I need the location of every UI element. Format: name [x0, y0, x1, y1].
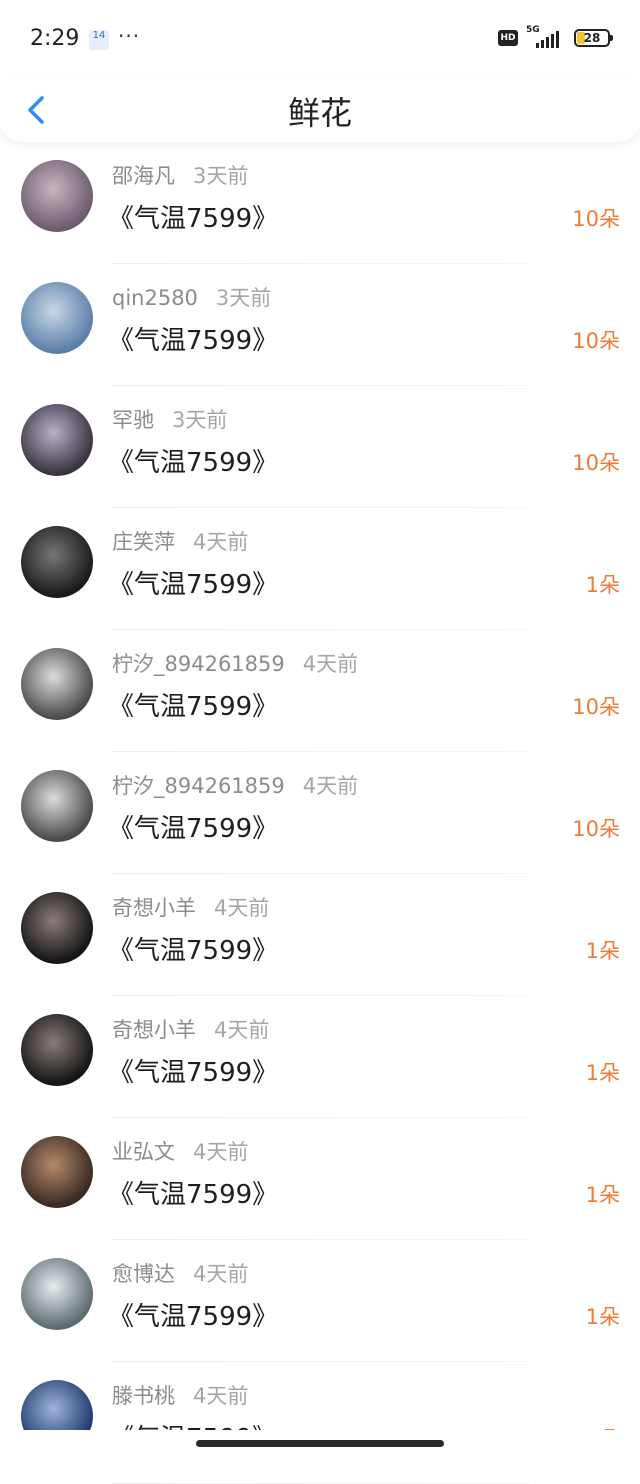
user-name-text[interactable]: 邵海凡: [112, 164, 175, 188]
flower-count: 1朵: [585, 1183, 620, 1207]
time-ago: 3天前: [172, 408, 228, 432]
time-ago: 4天前: [193, 1140, 249, 1164]
flower-count: 10朵: [572, 207, 620, 231]
avatar[interactable]: [21, 770, 93, 842]
page-title: 鲜花: [287, 94, 352, 132]
flower-count: 1朵: [585, 573, 620, 597]
work-title[interactable]: 《气温7599》: [108, 320, 278, 357]
user-name[interactable]: 邵海凡 3天前: [112, 160, 248, 190]
time-ago: 4天前: [302, 652, 359, 676]
status-right: HD 5G 28: [498, 25, 613, 48]
avatar[interactable]: [21, 1136, 93, 1208]
time-ago: 4天前: [214, 896, 270, 920]
avatar[interactable]: [21, 892, 93, 964]
user-name-text[interactable]: qin2580: [112, 286, 198, 310]
user-name-text[interactable]: 滕书桃: [112, 1384, 175, 1408]
battery-level: 28: [583, 31, 601, 45]
list-item[interactable]: 邵海凡 3天前《气温7599》 10朵: [0, 142, 640, 264]
user-name[interactable]: 柠汐_894261859 4天前: [112, 770, 358, 800]
list-item[interactable]: 柠汐_894261859 4天前 《气温7599》 10朵: [0, 630, 640, 752]
work-title[interactable]: 《气温7599》: [108, 442, 278, 479]
user-name-text[interactable]: 庄笑萍: [112, 530, 175, 554]
work-title[interactable]: 《气温7599》: [108, 1174, 278, 1211]
list-item[interactable]: qin2580 3天前《气温7599》 10朵: [0, 264, 640, 386]
nav-header: 鲜花: [0, 80, 640, 142]
user-name-text[interactable]: 业弘文: [112, 1140, 175, 1164]
work-title[interactable]: 《气温7599》: [108, 1296, 278, 1333]
calendar-icon: 14: [89, 30, 109, 50]
user-name[interactable]: 柠汐_894261859 4天前: [112, 648, 358, 678]
work-title[interactable]: 《气温7599》: [108, 930, 278, 967]
time-ago: 4天前: [193, 1262, 249, 1286]
list-item[interactable]: 柠汐_894261859 4天前 《气温7599》 10朵: [0, 752, 640, 874]
list-item[interactable]: 庄笑萍 4天前《气温7599》 1朵: [0, 508, 640, 630]
time-ago: 4天前: [193, 1384, 249, 1408]
user-name[interactable]: 愈博达 4天前: [112, 1258, 248, 1288]
work-title[interactable]: 《气温7599》: [108, 198, 278, 235]
status-time: 2:29: [30, 26, 80, 51]
avatar[interactable]: [21, 282, 93, 354]
user-name-text[interactable]: 罕驰: [112, 408, 154, 432]
user-name-text[interactable]: 奇想小羊: [112, 896, 196, 920]
list-item[interactable]: 愈博达 4天前《气温7599》 1朵: [0, 1240, 640, 1362]
status-bar: 2:29 14 ··· HD 5G 28: [0, 0, 640, 80]
work-title[interactable]: 《气温7599》: [108, 1052, 278, 1089]
home-indicator[interactable]: [196, 1440, 444, 1447]
battery-icon: 28: [574, 29, 613, 47]
flower-count: 1朵: [585, 1061, 620, 1085]
flower-count: 10朵: [572, 329, 620, 353]
user-name[interactable]: 庄笑萍 4天前: [112, 526, 248, 556]
work-title[interactable]: 《气温7599》: [108, 808, 278, 845]
signal-icon: 5G: [526, 25, 566, 48]
list-item[interactable]: 滕书桃4天前《气温7599》10朵: [0, 1362, 640, 1484]
more-notifications-icon: ···: [118, 24, 141, 48]
flower-list: 邵海凡 3天前 《气温7599》 10朵 qin2580 3天前 《气温7599》 10朵 罕驰…: [0, 142, 640, 1484]
user-name[interactable]: 滕书桃 4天前: [112, 1380, 248, 1410]
flower-count: 1朵: [585, 1305, 620, 1329]
user-name-text[interactable]: 柠汐_894261859: [112, 774, 285, 798]
list-item[interactable]: 奇想小羊 4天前《气温7599》 1朵: [0, 996, 640, 1118]
work-title[interactable]: 《气温7599》: [108, 686, 278, 723]
avatar[interactable]: [21, 1014, 93, 1086]
user-name[interactable]: 罕驰 3天前: [112, 404, 227, 434]
user-name[interactable]: 奇想小羊 4天前: [112, 1014, 269, 1044]
user-name[interactable]: 奇想小羊 4天前: [112, 892, 269, 922]
flower-count: 10朵: [572, 695, 620, 719]
avatar[interactable]: [21, 404, 93, 476]
user-name-text[interactable]: 奇想小羊: [112, 1018, 196, 1042]
list-item[interactable]: 罕驰 3天前《气温7599》 10朵: [0, 386, 640, 508]
time-ago: 4天前: [214, 1018, 270, 1042]
user-name[interactable]: 业弘文 4天前: [112, 1136, 248, 1166]
time-ago: 4天前: [193, 530, 249, 554]
calendar-day: 14: [92, 30, 106, 41]
avatar[interactable]: [21, 648, 93, 720]
time-ago: 4天前: [302, 774, 359, 798]
flower-count: 10朵: [572, 451, 620, 475]
user-name[interactable]: qin2580 3天前: [112, 282, 271, 312]
list-item[interactable]: 奇想小羊 4天前《气温7599》 1朵: [0, 874, 640, 996]
user-name-text[interactable]: 柠汐_894261859: [112, 652, 285, 676]
flower-count: 1朵: [585, 939, 620, 963]
flower-count: 10朵: [572, 817, 620, 841]
avatar[interactable]: [21, 526, 93, 598]
list-item[interactable]: 业弘文 4天前《气温7599》 1朵: [0, 1118, 640, 1240]
avatar[interactable]: [21, 160, 93, 232]
time-ago: 3天前: [215, 286, 272, 310]
hd-icon: HD: [498, 30, 518, 46]
user-name-text[interactable]: 愈博达: [112, 1262, 175, 1286]
work-title[interactable]: 《气温7599》: [108, 564, 278, 601]
time-ago: 3天前: [193, 164, 249, 188]
avatar[interactable]: [21, 1258, 93, 1330]
